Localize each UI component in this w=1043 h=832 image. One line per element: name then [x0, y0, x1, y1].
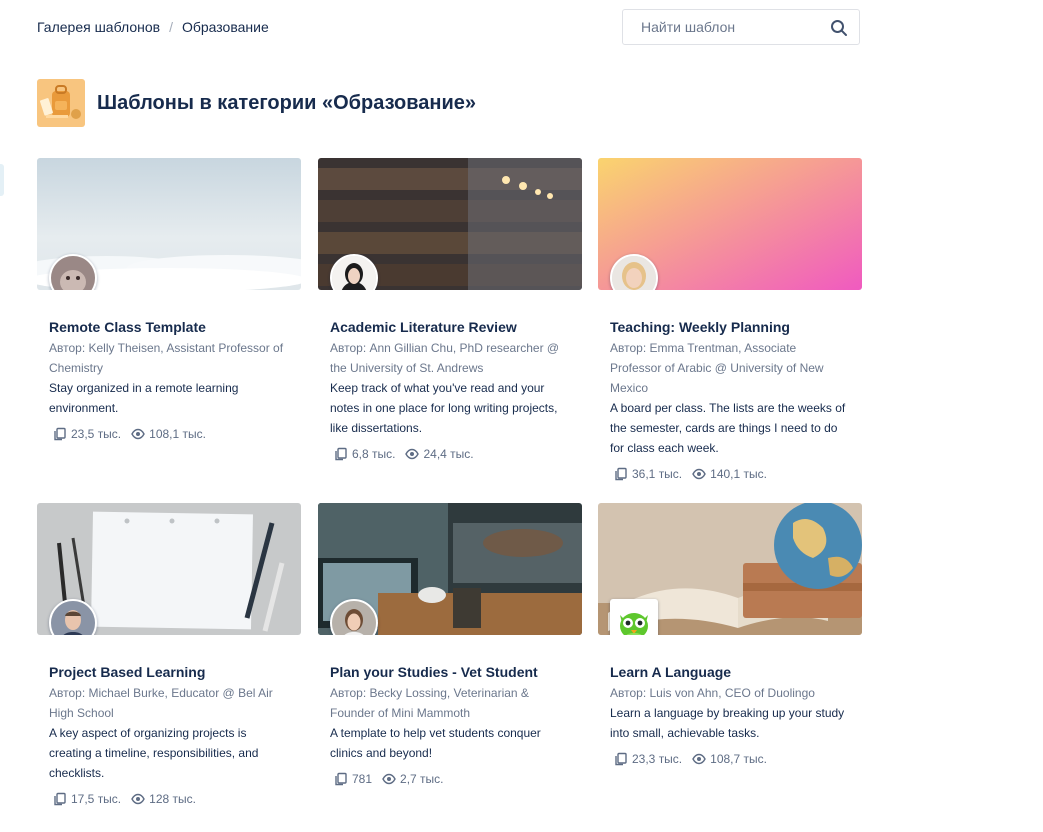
copy-icon [335, 447, 347, 461]
card-cover-image[interactable] [37, 503, 301, 635]
card-author: Автор: Emma Trentman, Associate Professo… [610, 341, 824, 395]
copies-stat: 6,8 тыс. [334, 447, 395, 461]
copy-icon [335, 772, 347, 786]
views-stat: 140,1 тыс. [692, 467, 767, 481]
card-author: Автор: Kelly Theisen, Assistant Professo… [49, 341, 284, 375]
card-author: Автор: Ann Gillian Chu, PhD researcher @… [330, 341, 560, 375]
card-title[interactable]: Plan your Studies - Vet Student [330, 662, 570, 682]
card-cover-image[interactable] [318, 503, 582, 635]
search-box [622, 9, 860, 45]
copies-count: 36,1 тыс. [632, 467, 683, 481]
eye-icon [382, 773, 396, 785]
card-cover-image[interactable] [318, 158, 582, 290]
card-stats: 23,5 тыс. 108,1 тыс. [49, 427, 289, 441]
card-description: Learn a language by breaking up your stu… [610, 706, 845, 740]
views-stat: 108,1 тыс. [131, 427, 206, 441]
views-stat: 128 тыс. [131, 792, 196, 806]
template-card[interactable]: Remote Class Template Автор: Kelly Theis… [37, 158, 301, 441]
card-title[interactable]: Remote Class Template [49, 317, 289, 337]
search-input[interactable] [623, 10, 821, 44]
views-count: 108,1 тыс. [149, 427, 206, 441]
eye-icon [131, 793, 145, 805]
card-description: A template to help vet students conquer … [330, 726, 541, 760]
views-stat: 108,7 тыс. [692, 752, 767, 766]
card-title[interactable]: Project Based Learning [49, 662, 289, 682]
copy-icon [615, 752, 627, 766]
copy-icon [54, 792, 66, 806]
template-card[interactable]: Academic Literature Review Автор: Ann Gi… [318, 158, 582, 461]
copies-stat: 23,3 тыс. [614, 752, 682, 766]
card-stats: 6,8 тыс. 24,4 тыс. [330, 447, 570, 461]
copies-count: 17,5 тыс. [71, 792, 122, 806]
breadcrumb-current: Образование [181, 19, 269, 35]
card-description: Stay organized in a remote learning envi… [49, 381, 239, 415]
card-description: A board per class. The lists are the wee… [610, 401, 846, 455]
eye-icon [692, 468, 706, 480]
card-title[interactable]: Academic Literature Review [330, 317, 570, 337]
card-description: Keep track of what you've read and your … [330, 381, 558, 435]
copy-icon [54, 427, 66, 441]
template-card[interactable]: Plan your Studies - Vet Student Автор: B… [318, 503, 582, 786]
views-count: 140,1 тыс. [710, 467, 767, 481]
views-stat: 24,4 тыс. [405, 447, 474, 461]
template-card[interactable]: Learn A Language Автор: Luis von Ahn, CE… [598, 503, 862, 766]
sidebar-edge-handle[interactable] [0, 164, 4, 196]
copies-count: 781 [352, 772, 373, 786]
search-icon[interactable] [830, 19, 848, 37]
card-title[interactable]: Learn A Language [610, 662, 850, 682]
card-cover-image[interactable] [37, 158, 301, 290]
card-stats: 23,3 тыс. 108,7 тыс. [610, 752, 850, 766]
eye-icon [131, 428, 145, 440]
copies-stat: 36,1 тыс. [614, 467, 682, 481]
template-card[interactable]: Teaching: Weekly Planning Автор: Emma Tr… [598, 158, 862, 481]
copies-count: 23,3 тыс. [632, 752, 683, 766]
copies-count: 23,5 тыс. [71, 427, 122, 441]
breadcrumb: Галерея шаблонов / Образование [37, 19, 269, 35]
card-cover-image[interactable] [598, 158, 862, 290]
card-stats: 36,1 тыс. 140,1 тыс. [610, 467, 850, 481]
copies-stat: 781 [334, 772, 372, 786]
template-card[interactable]: Project Based Learning Автор: Michael Bu… [37, 503, 301, 806]
card-author: Автор: Michael Burke, Educator @ Bel Air… [49, 686, 273, 720]
copies-stat: 17,5 тыс. [53, 792, 121, 806]
breadcrumb-gallery-link[interactable]: Галерея шаблонов [37, 19, 160, 35]
views-count: 128 тыс. [149, 792, 196, 806]
breadcrumb-separator: / [169, 19, 173, 35]
copy-icon [615, 467, 627, 481]
views-count: 2,7 тыс. [400, 772, 444, 786]
eye-icon [405, 448, 420, 460]
copies-count: 6,8 тыс. [352, 447, 396, 461]
card-cover-image[interactable] [598, 503, 862, 635]
category-title: Шаблоны в категории «Образование» [97, 91, 477, 114]
card-stats: 781 2,7 тыс. [330, 772, 570, 786]
views-count: 108,7 тыс. [710, 752, 767, 766]
views-stat: 2,7 тыс. [382, 772, 444, 786]
copies-stat: 23,5 тыс. [53, 427, 121, 441]
card-stats: 17,5 тыс. 128 тыс. [49, 792, 289, 806]
card-author: Автор: Becky Lossing, Veterinarian & Fou… [330, 686, 529, 720]
card-author: Автор: Luis von Ahn, CEO of Duolingo [610, 686, 815, 700]
author-avatar [610, 599, 658, 635]
views-count: 24,4 тыс. [423, 447, 474, 461]
category-header: Шаблоны в категории «Образование» [37, 79, 476, 127]
card-description: A key aspect of organizing projects is c… [49, 726, 259, 780]
card-title[interactable]: Teaching: Weekly Planning [610, 317, 850, 337]
eye-icon [692, 753, 706, 765]
backpack-icon [37, 79, 85, 127]
